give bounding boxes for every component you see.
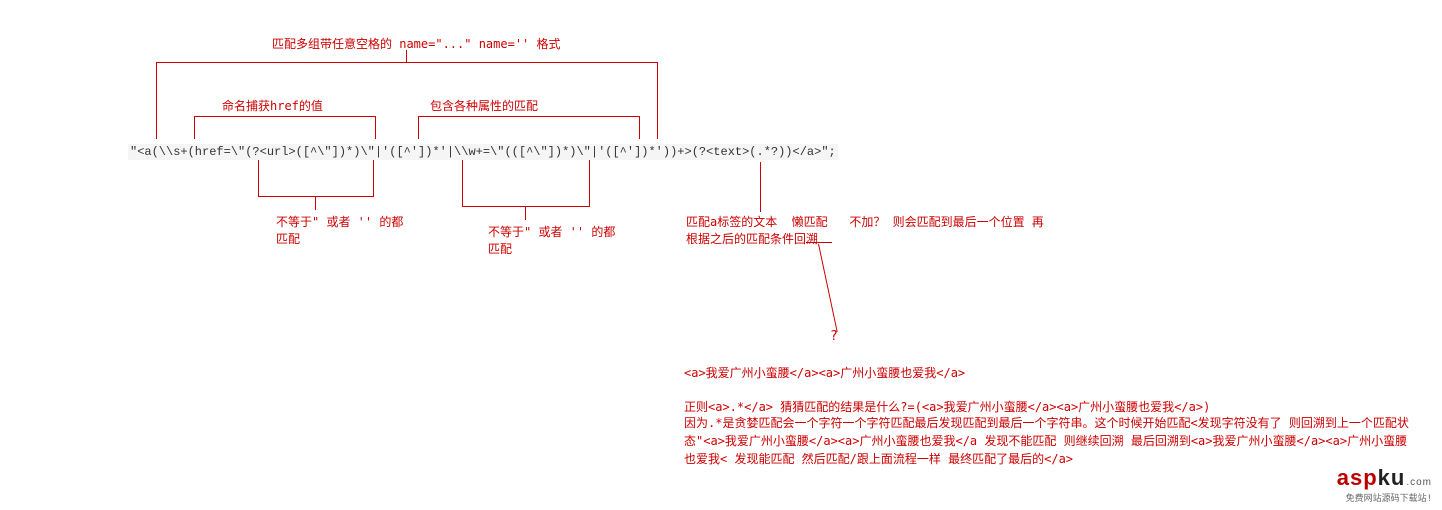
lazy-match-text: 匹配a标签的文本 懒匹配 不加？ 则会匹配到最后一个位置 再 根据之后的匹配条件… bbox=[686, 214, 1044, 248]
attr-match-bracket bbox=[418, 116, 640, 139]
top-annotation: 匹配多组带任意空格的 name="..." name='' 格式 bbox=[272, 36, 561, 53]
notquote-stem-2 bbox=[525, 206, 526, 220]
not-quote-1: 不等于" 或者 '' 的都 匹配 bbox=[276, 214, 403, 248]
watermark-sub: 免费网站源码下载站! bbox=[1337, 491, 1432, 504]
question-mark: ? bbox=[830, 328, 838, 346]
lazy-match-line bbox=[760, 162, 761, 212]
named-capture-label: 命名捕获href的值 bbox=[222, 98, 323, 115]
diagonal-to-q bbox=[818, 244, 838, 332]
attr-match-label: 包含各种属性的匹配 bbox=[430, 98, 538, 115]
watermark-asp: asp bbox=[1337, 465, 1378, 490]
not-quote-2: 不等于" 或者 '' 的都 匹配 bbox=[488, 224, 615, 258]
example-a-tags: <a>我爱广州小蛮腰</a><a>广州小蛮腰也爱我</a> bbox=[684, 364, 1404, 382]
notquote-stem-1 bbox=[315, 196, 316, 210]
watermark-com: .com bbox=[1406, 477, 1432, 488]
underline-huisu bbox=[806, 242, 832, 243]
named-capture-bracket bbox=[194, 116, 376, 139]
explain-line-2: 因为.*是贪婪匹配会一个字符一个字符匹配最后发现匹配到最后一个字符串。这个时候开… bbox=[684, 414, 1414, 468]
watermark: aspku.com 免费网站源码下载站! bbox=[1337, 465, 1432, 504]
watermark-ku: ku bbox=[1378, 465, 1406, 490]
outer-bracket-stem bbox=[406, 50, 407, 62]
notquote-bracket-1 bbox=[258, 160, 374, 197]
regex-code: "<a(\\s+(href=\"(?<url>([^\"])*)\"|'([^'… bbox=[128, 144, 838, 160]
notquote-bracket-2 bbox=[462, 160, 590, 207]
